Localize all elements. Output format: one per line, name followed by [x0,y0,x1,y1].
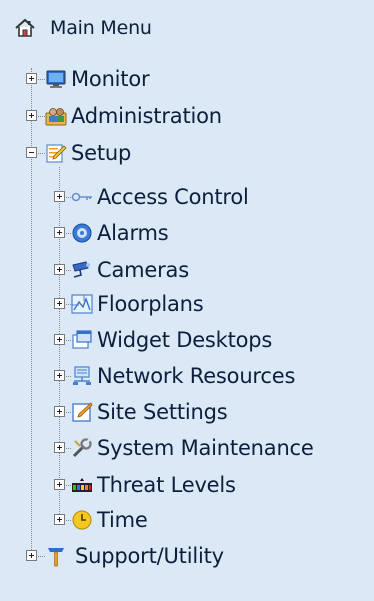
tree-line [31,68,32,556]
expand-administration-toggle[interactable] [26,110,37,121]
menu-item-support-utility[interactable]: Support/Utility [45,541,224,571]
menu-item-label: Threat Levels [97,473,236,497]
menu-item-label: Time [97,508,148,532]
clock-icon [71,509,93,531]
menu-item-monitor[interactable]: Monitor [45,64,150,94]
menu-item-label: Access Control [97,185,249,209]
menu-item-label: Administration [71,104,222,128]
menu-item-access-control[interactable]: Access Control [71,182,249,212]
camera-icon [71,259,93,281]
site-settings-icon [71,401,93,423]
main-menu-header[interactable]: Main Menu [14,13,152,43]
menu-item-label: Support/Utility [75,544,224,568]
expand-support-utility-toggle[interactable] [26,550,37,561]
expand-system-maintenance-toggle[interactable] [54,442,65,453]
menu-item-cameras[interactable]: Cameras [71,255,189,285]
expand-time-toggle[interactable] [54,514,65,525]
menu-item-label: System Maintenance [97,436,314,460]
collapse-setup-toggle[interactable] [26,147,37,158]
widget-desktop-icon [71,329,93,351]
menu-item-label: Cameras [97,258,189,282]
menu-item-network-resources[interactable]: Network Resources [71,361,295,391]
menu-item-label: Network Resources [97,364,296,388]
home-icon [14,17,36,39]
menu-item-label: Site Settings [97,400,228,424]
floorplan-icon [71,293,93,315]
network-icon [71,365,93,387]
alarm-icon [71,222,93,244]
menu-item-system-maintenance[interactable]: System Maintenance [71,433,314,463]
menu-item-floorplans[interactable]: Floorplans [71,289,204,319]
menu-item-label: Floorplans [97,292,204,316]
threat-levels-icon [71,474,93,496]
main-menu-label: Main Menu [50,17,152,39]
menu-item-label: Monitor [71,67,150,91]
expand-floorplans-toggle[interactable] [54,298,65,309]
monitor-icon [45,68,67,90]
expand-site-settings-toggle[interactable] [54,406,65,417]
menu-item-threat-levels[interactable]: Threat Levels [71,470,236,500]
main-menu-tree: Main Menu Monitor Administration Setup A… [0,0,374,601]
menu-item-widget-desktops[interactable]: Widget Desktops [71,325,272,355]
setup-icon [45,142,67,164]
tools-icon [45,545,67,567]
expand-widget-desktops-toggle[interactable] [54,334,65,345]
menu-item-label: Setup [71,141,132,165]
menu-item-label: Widget Desktops [97,328,273,352]
key-icon [71,186,93,208]
menu-item-alarms[interactable]: Alarms [71,218,169,248]
expand-access-control-toggle[interactable] [54,191,65,202]
expand-cameras-toggle[interactable] [54,264,65,275]
wrench-icon [71,437,93,459]
menu-item-administration[interactable]: Administration [45,101,222,131]
users-icon [45,105,67,127]
menu-item-site-settings[interactable]: Site Settings [71,397,228,427]
menu-item-time[interactable]: Time [71,505,148,535]
expand-monitor-toggle[interactable] [26,73,37,84]
expand-alarms-toggle[interactable] [54,227,65,238]
menu-item-setup[interactable]: Setup [45,138,131,168]
expand-threat-levels-toggle[interactable] [54,479,65,490]
menu-item-label: Alarms [97,221,169,245]
expand-network-resources-toggle[interactable] [54,370,65,381]
